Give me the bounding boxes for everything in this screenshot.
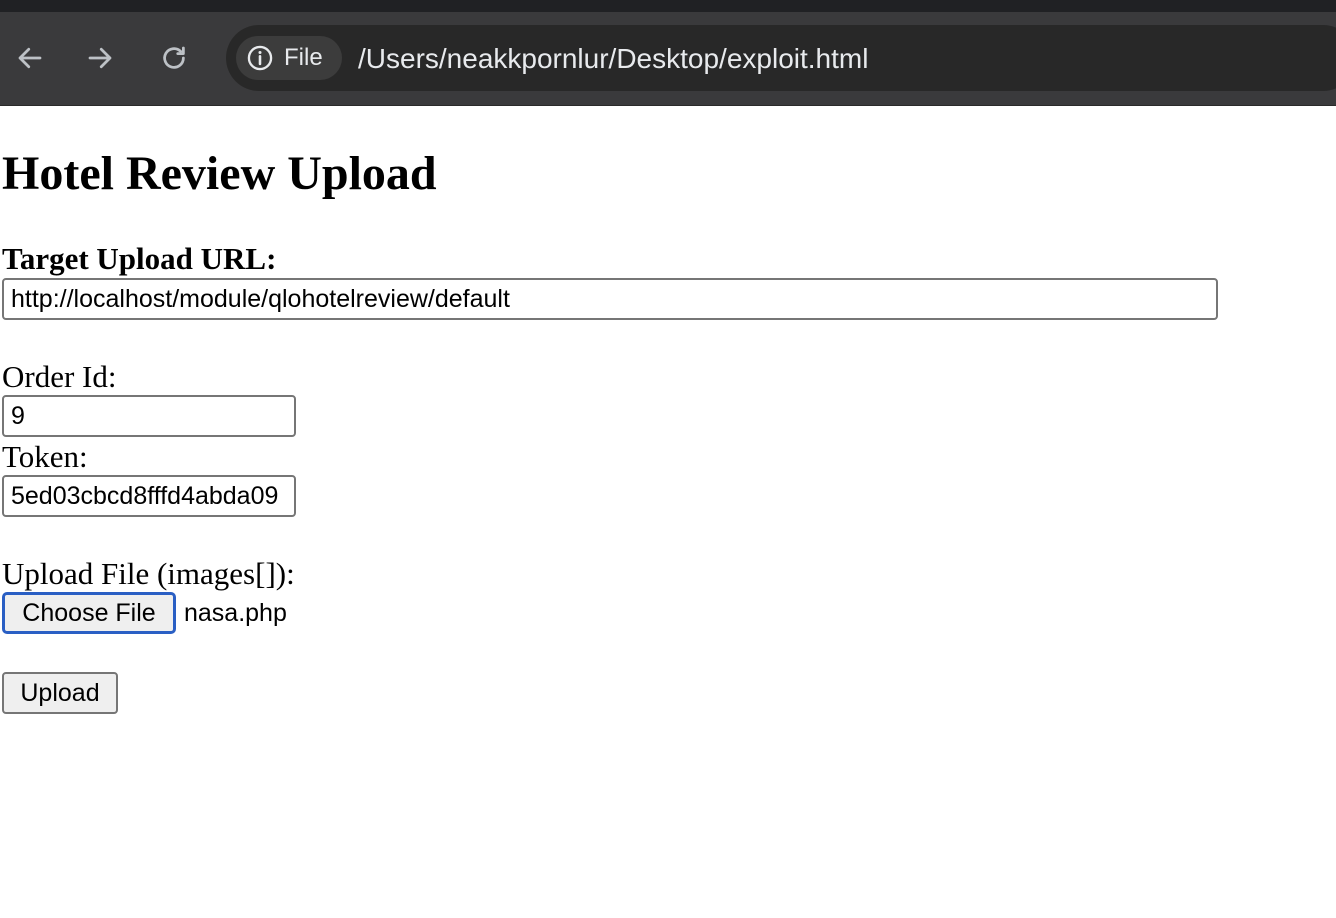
browser-toolbar: File /Users/neakkpornlur/Desktop/exploit… (0, 12, 1336, 106)
address-bar[interactable]: File /Users/neakkpornlur/Desktop/exploit… (226, 25, 1336, 91)
token-label: Token: (2, 439, 88, 474)
target-url-input[interactable]: http://localhost/module/qlohotelreview/d… (2, 278, 1218, 320)
browser-title-strip (0, 0, 1336, 12)
page-title: Hotel Review Upload (2, 147, 437, 200)
back-button[interactable] (12, 40, 48, 76)
arrow-left-icon (18, 47, 42, 69)
token-input[interactable]: 5ed03cbcd8fffd4abda09 (2, 475, 296, 517)
order-id-input[interactable]: 9 (2, 395, 296, 437)
address-text[interactable]: /Users/neakkpornlur/Desktop/exploit.html (358, 43, 868, 75)
forward-button[interactable] (82, 40, 118, 76)
info-icon (247, 45, 273, 71)
choose-file-button[interactable]: Choose File (2, 592, 176, 634)
reload-button[interactable] (156, 40, 192, 76)
upload-file-label: Upload File (images[]): (2, 556, 295, 591)
chosen-file-name: nasa.php (184, 599, 287, 627)
arrow-right-icon (88, 47, 112, 69)
site-info-chip[interactable]: File (236, 36, 342, 80)
reload-icon (163, 46, 185, 69)
order-id-label: Order Id: (2, 359, 117, 394)
site-chip-label: File (284, 44, 323, 71)
upload-button[interactable]: Upload (2, 672, 118, 714)
target-url-label: Target Upload URL: (2, 241, 277, 276)
